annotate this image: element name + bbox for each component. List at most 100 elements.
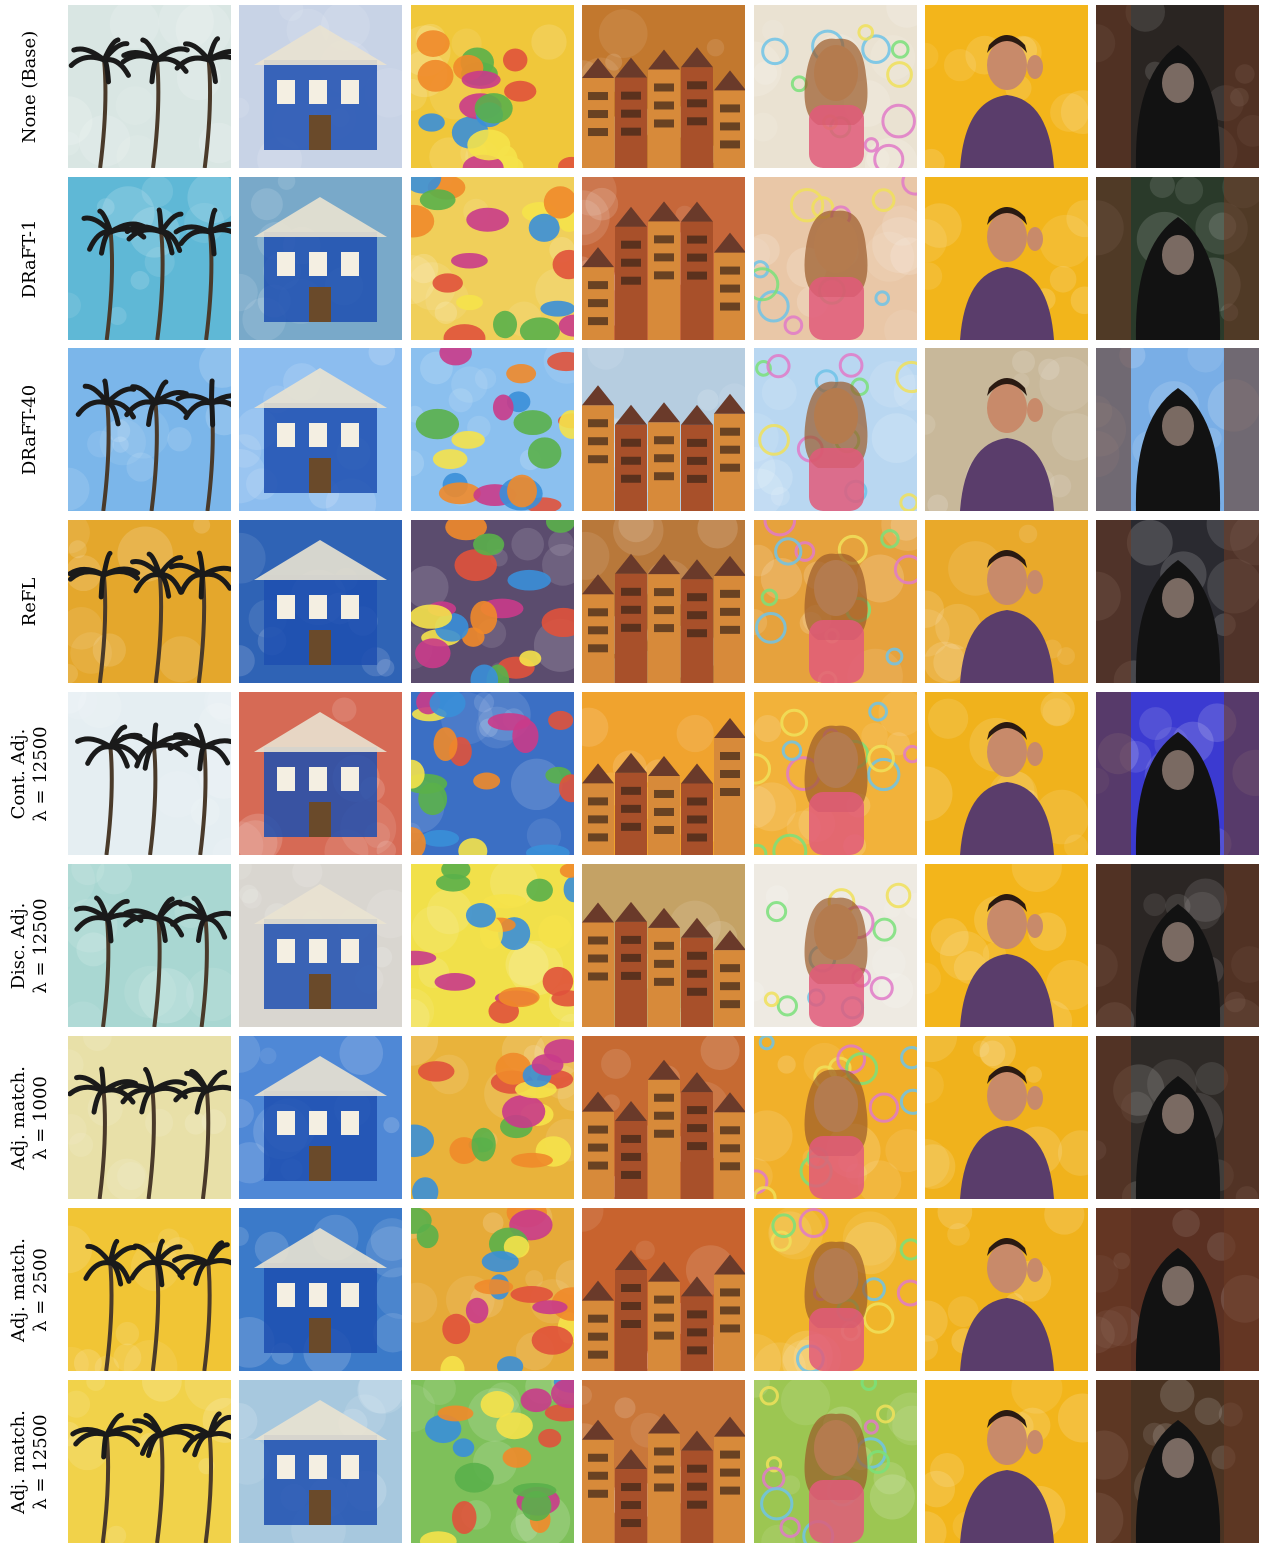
- image-placeholder: [239, 864, 402, 1027]
- row-label-line: λ = 12500: [30, 1413, 51, 1510]
- generated-image-girl-with-bubbles: [754, 177, 917, 340]
- row-label-line: Adj. match.: [8, 1409, 29, 1514]
- generated-image-house: [239, 1380, 402, 1543]
- generated-image-palm-trees: [68, 1380, 231, 1543]
- image-placeholder: [925, 864, 1088, 1027]
- generated-image-fruit: [411, 177, 574, 340]
- image-placeholder: [754, 1036, 917, 1199]
- row-label-line: λ = 12500: [30, 725, 51, 822]
- row-label: DRaFT-1: [0, 177, 60, 340]
- image-placeholder: [1096, 1036, 1259, 1199]
- generated-image-fruit: [411, 5, 574, 168]
- image-placeholder: [925, 520, 1088, 683]
- row-label-line: Adj. match.: [8, 1237, 29, 1342]
- image-placeholder: [1096, 864, 1259, 1027]
- row-label: Adj. match. λ = 12500: [0, 1380, 60, 1543]
- generated-image-palm-trees: [68, 177, 231, 340]
- image-placeholder: [925, 348, 1088, 511]
- generated-image-hooded-figure: [1096, 1036, 1259, 1199]
- generated-image-old-town: [582, 1036, 745, 1199]
- generated-image-hooded-figure: [1096, 5, 1259, 168]
- image-placeholder: [582, 520, 745, 683]
- row-label-line: ReFL: [19, 577, 40, 626]
- row-label-line: DRaFT-40: [19, 384, 40, 475]
- image-placeholder: [754, 1380, 917, 1543]
- row-label: Adj. match. λ = 2500: [0, 1208, 60, 1371]
- image-placeholder: [1096, 348, 1259, 511]
- generated-image-palm-trees: [68, 692, 231, 855]
- row-label: Disc. Adj. λ = 12500: [0, 864, 60, 1027]
- image-placeholder: [1096, 1208, 1259, 1371]
- image-placeholder: [754, 692, 917, 855]
- generated-image-girl-with-bubbles: [754, 520, 917, 683]
- image-placeholder: [411, 1380, 574, 1543]
- image-placeholder: [582, 1036, 745, 1199]
- image-placeholder: [925, 1208, 1088, 1371]
- figure-row: ReFL: [0, 520, 1268, 683]
- image-placeholder: [754, 864, 917, 1027]
- image-placeholder: [68, 692, 231, 855]
- generated-image-girl-with-bubbles: [754, 1036, 917, 1199]
- generated-image-man-listening: [925, 1208, 1088, 1371]
- image-placeholder: [925, 177, 1088, 340]
- image-placeholder: [411, 348, 574, 511]
- generated-image-girl-with-bubbles: [754, 5, 917, 168]
- generated-image-hooded-figure: [1096, 1380, 1259, 1543]
- image-placeholder: [68, 5, 231, 168]
- image-placeholder: [411, 177, 574, 340]
- figure-row: Adj. match. λ = 2500: [0, 1208, 1268, 1371]
- image-placeholder: [239, 5, 402, 168]
- image-placeholder: [68, 864, 231, 1027]
- row-label-line: DRaFT-1: [19, 219, 40, 298]
- image-placeholder: [1096, 520, 1259, 683]
- row-label: DRaFT-40: [0, 348, 60, 511]
- generated-image-old-town: [582, 348, 745, 511]
- image-placeholder: [1096, 1380, 1259, 1543]
- generated-image-girl-with-bubbles: [754, 864, 917, 1027]
- generated-image-old-town: [582, 177, 745, 340]
- generated-image-house: [239, 348, 402, 511]
- row-label: ReFL: [0, 520, 60, 683]
- image-placeholder: [411, 1208, 574, 1371]
- row-label-line: λ = 12500: [30, 897, 51, 994]
- image-placeholder: [411, 5, 574, 168]
- generated-image-girl-with-bubbles: [754, 692, 917, 855]
- generated-image-fruit: [411, 348, 574, 511]
- generated-image-fruit: [411, 864, 574, 1027]
- generated-image-palm-trees: [68, 1036, 231, 1199]
- row-label-line: Cont. Adj.: [8, 728, 29, 819]
- generated-image-man-listening: [925, 1380, 1088, 1543]
- generated-image-old-town: [582, 5, 745, 168]
- row-label-line: λ = 2500: [30, 1247, 51, 1332]
- image-placeholder: [754, 1208, 917, 1371]
- generated-image-house: [239, 520, 402, 683]
- generated-image-old-town: [582, 1208, 745, 1371]
- generated-image-girl-with-bubbles: [754, 1208, 917, 1371]
- generated-image-house: [239, 692, 402, 855]
- generated-image-man-listening: [925, 5, 1088, 168]
- image-placeholder: [239, 1208, 402, 1371]
- image-placeholder: [582, 5, 745, 168]
- image-placeholder: [68, 520, 231, 683]
- figure-row: None (Base): [0, 5, 1268, 168]
- image-placeholder: [1096, 177, 1259, 340]
- generated-image-man-listening: [925, 864, 1088, 1027]
- figure-row: Adj. match. λ = 12500: [0, 1380, 1268, 1543]
- image-placeholder: [582, 177, 745, 340]
- image-placeholder: [68, 1380, 231, 1543]
- generated-image-hooded-figure: [1096, 864, 1259, 1027]
- image-placeholder: [582, 692, 745, 855]
- generated-image-palm-trees: [68, 864, 231, 1027]
- image-placeholder: [925, 1380, 1088, 1543]
- figure-row: DRaFT-40: [0, 348, 1268, 511]
- generated-image-palm-trees: [68, 348, 231, 511]
- generated-image-fruit: [411, 1208, 574, 1371]
- image-placeholder: [239, 1380, 402, 1543]
- row-label-line: λ = 1000: [30, 1075, 51, 1160]
- image-placeholder: [925, 5, 1088, 168]
- image-placeholder: [754, 348, 917, 511]
- generated-image-man-listening: [925, 1036, 1088, 1199]
- generated-image-hooded-figure: [1096, 177, 1259, 340]
- image-placeholder: [239, 1036, 402, 1199]
- generated-image-hooded-figure: [1096, 520, 1259, 683]
